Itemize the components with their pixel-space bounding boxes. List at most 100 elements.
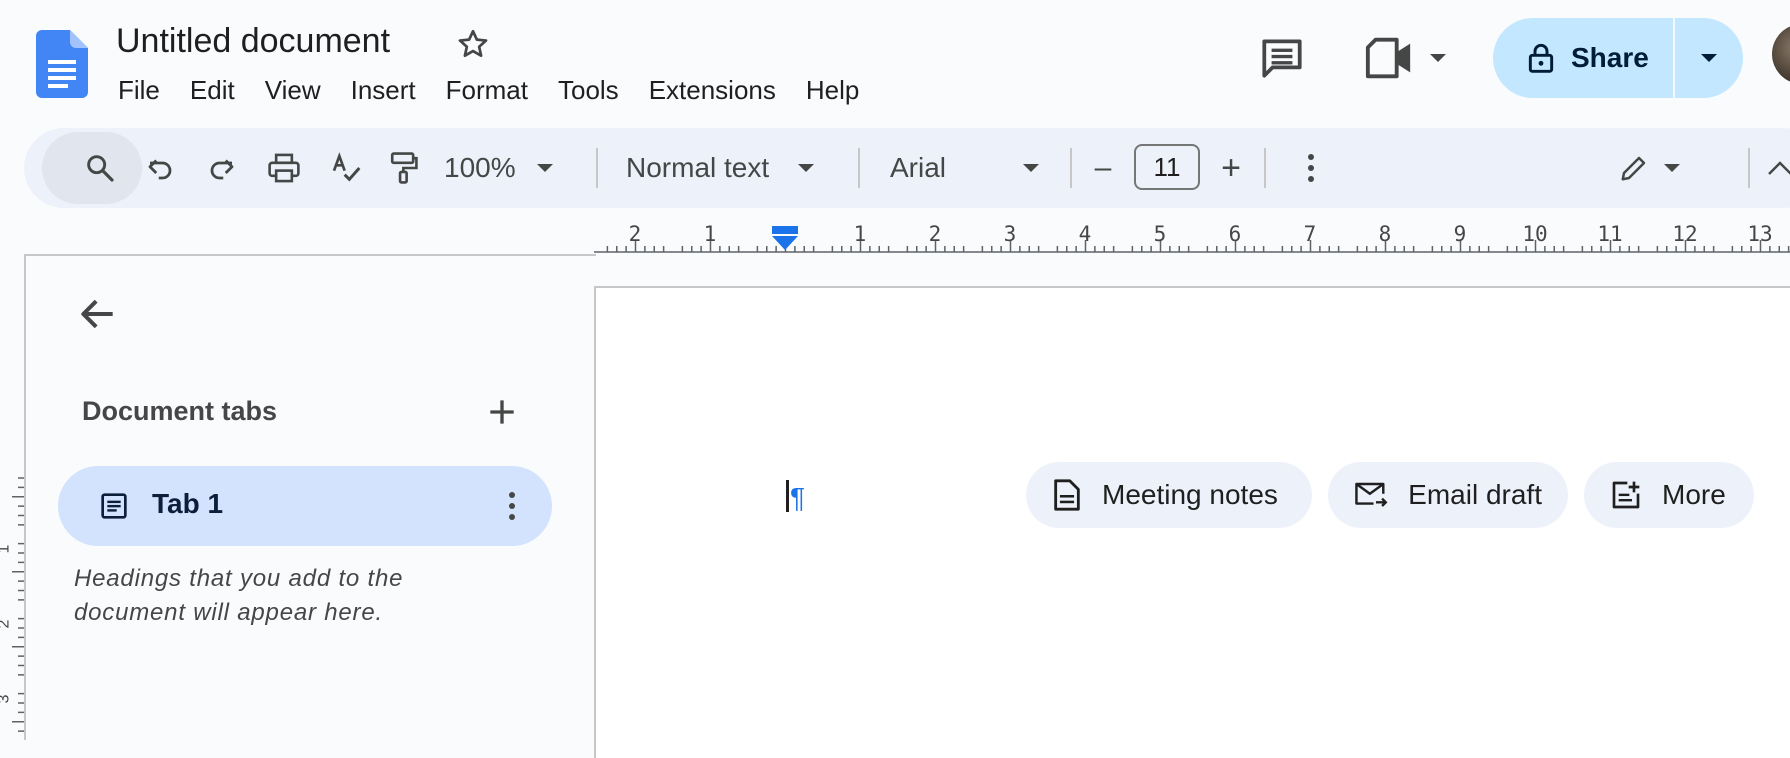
ruler-label: 6 [1228, 222, 1242, 246]
ruler-label: 13 [1747, 222, 1773, 246]
toolbar-divider [1748, 148, 1750, 188]
ruler-label: 12 [1672, 222, 1698, 246]
toolbar-divider [1264, 148, 1266, 188]
chevron-down-icon [797, 163, 815, 173]
share-button[interactable]: Share [1493, 18, 1743, 98]
ruler-label: 3 [1003, 222, 1017, 246]
menu-help[interactable]: Help [792, 72, 875, 108]
chevron-down-icon [1428, 52, 1448, 64]
toolbar: 100% Normal text Arial – 11 + [24, 128, 1790, 208]
redo-button[interactable] [192, 128, 252, 208]
paragraph-style-select[interactable]: Normal text [626, 128, 858, 208]
undo-button[interactable] [130, 128, 190, 208]
decrease-font-size-button[interactable]: – [1078, 128, 1128, 208]
more-options-button[interactable] [1286, 128, 1336, 208]
arrow-back-icon [76, 292, 126, 336]
email-draft-chip[interactable]: Email draft [1328, 462, 1568, 528]
menu-file[interactable]: File [104, 72, 176, 108]
ruler-label: 8 [1378, 222, 1392, 246]
ruler-label: 9 [1453, 222, 1467, 246]
ruler-label: 5 [1153, 222, 1167, 246]
tab-item-1[interactable]: Tab 1 [58, 466, 552, 546]
video-camera-icon [1364, 36, 1414, 80]
ruler-label: 2 [0, 620, 13, 629]
tab-options-button[interactable] [492, 484, 532, 528]
font-size-input[interactable]: 11 [1134, 144, 1200, 190]
menu-edit[interactable]: Edit [176, 72, 251, 108]
chip-label: Meeting notes [1102, 479, 1278, 510]
ruler-label: 1 [0, 545, 13, 554]
share-label: Share [1571, 42, 1649, 73]
add-tab-button[interactable] [482, 392, 522, 432]
share-main-button[interactable]: Share [1493, 18, 1673, 98]
document-icon [1054, 479, 1080, 511]
print-icon [267, 152, 301, 184]
more-vert-icon [509, 492, 515, 520]
menu-extensions[interactable]: Extensions [635, 72, 792, 108]
avatar[interactable] [1772, 24, 1790, 84]
print-button[interactable] [254, 128, 314, 208]
more-vert-icon [1307, 153, 1315, 183]
paint-format-button[interactable] [374, 128, 434, 208]
plus-icon [482, 392, 522, 432]
chevron-down-icon [1699, 52, 1719, 64]
redo-icon [207, 153, 237, 183]
pencil-icon [1619, 153, 1649, 183]
zoom-value: 100% [444, 152, 516, 183]
spellcheck-icon [330, 152, 362, 184]
paragraph-style-value: Normal text [626, 152, 770, 183]
toolbar-divider [858, 148, 860, 188]
toolbar-divider [596, 148, 598, 188]
ruler-label: 4 [1078, 222, 1092, 246]
editing-mode-button[interactable] [1600, 128, 1700, 208]
note-add-icon [1612, 481, 1640, 509]
font-select[interactable]: Arial [890, 128, 1082, 208]
meeting-notes-chip[interactable]: Meeting notes [1026, 462, 1312, 528]
paragraph-mark: ¶ [790, 482, 806, 513]
menu-tools[interactable]: Tools [544, 72, 635, 108]
chevron-down-icon [1022, 163, 1040, 173]
outline-empty-hint: Headings that you add to the document wi… [74, 565, 404, 626]
undo-icon [145, 153, 175, 183]
ruler-label: 3 [0, 695, 13, 704]
ruler-label: 7 [1303, 222, 1317, 246]
chip-label: Email draft [1408, 479, 1542, 510]
document-icon [98, 490, 130, 522]
meet-button[interactable] [1364, 32, 1474, 84]
menu-bar: File Edit View Insert Format Tools Exten… [104, 72, 875, 108]
comments-icon[interactable] [1257, 33, 1307, 83]
lock-icon [1527, 42, 1555, 74]
paint-roller-icon [389, 151, 419, 185]
chevron-down-icon [1663, 163, 1681, 173]
text-cursor [786, 480, 789, 512]
search-icon [84, 152, 116, 184]
docs-logo-icon[interactable] [36, 30, 88, 98]
ruler-label: 2 [928, 222, 942, 246]
email-send-icon [1355, 482, 1388, 507]
toolbar-divider [1070, 148, 1072, 188]
close-outline-button[interactable] [76, 292, 126, 342]
hide-menus-button[interactable] [1760, 128, 1790, 208]
ruler-label: 2 [628, 222, 642, 246]
left-indent-marker[interactable] [772, 226, 798, 250]
menu-view[interactable]: View [251, 72, 337, 108]
search-menus-button[interactable] [60, 128, 140, 208]
spellcheck-button[interactable] [316, 128, 376, 208]
zoom-select[interactable]: 100% [444, 128, 568, 208]
chip-label: More [1662, 479, 1726, 510]
menu-insert[interactable]: Insert [337, 72, 432, 108]
more-templates-chip[interactable]: More [1584, 462, 1754, 528]
chevron-down-icon [536, 163, 554, 173]
star-icon[interactable] [455, 26, 491, 62]
document-tabs-heading: Document tabs [82, 396, 278, 426]
horizontal-ruler[interactable]: 2 1 1 2 3 4 5 6 7 8 9 10 11 12 13 [594, 222, 1790, 254]
menu-format[interactable]: Format [432, 72, 544, 108]
tab-label: Tab 1 [152, 488, 224, 519]
increase-font-size-button[interactable]: + [1206, 128, 1256, 208]
share-dropdown-button[interactable] [1675, 18, 1743, 98]
ruler-label: 10 [1522, 222, 1548, 246]
ruler-label: 1 [853, 222, 867, 246]
share-divider [1673, 18, 1675, 98]
document-title[interactable]: Untitled document [116, 22, 390, 61]
chevron-up-icon [1767, 160, 1790, 176]
